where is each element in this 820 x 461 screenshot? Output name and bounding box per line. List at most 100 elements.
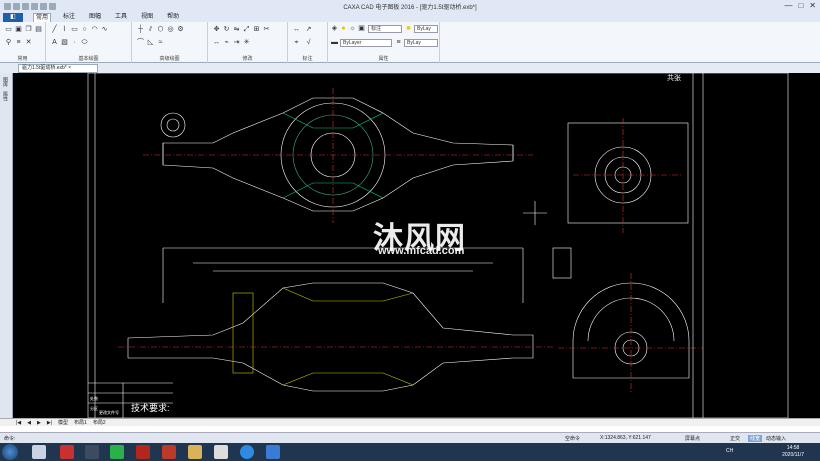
offset-icon[interactable]: ⫽ [146, 25, 155, 34]
next-tab-button[interactable]: ▶ [37, 420, 41, 426]
mirror-icon[interactable]: ⇋ [232, 25, 241, 34]
left-panel: 图库 属性 [0, 73, 13, 418]
sheet-count-label: 共张 [667, 75, 681, 82]
tab-layout2[interactable]: 布局2 [93, 419, 106, 426]
flange-circle-left [160, 112, 186, 138]
wave-icon[interactable]: ≈ [156, 38, 165, 47]
powerpoint-icon[interactable] [162, 445, 176, 459]
lineweight-icon[interactable]: ≡ [394, 38, 403, 47]
ribbon-group-label: 基本绘图 [78, 56, 99, 62]
hole-icon[interactable]: ◎ [166, 25, 175, 34]
paste-icon[interactable]: ▤ [34, 25, 43, 34]
leader-icon[interactable]: ↗ [304, 25, 313, 34]
explorer-icon[interactable] [32, 445, 46, 459]
break-icon[interactable]: ⌁ [222, 38, 231, 47]
title-cell: 处数 [90, 396, 98, 401]
fillet-icon[interactable]: ⌒ [136, 38, 145, 47]
text-icon[interactable]: A [50, 38, 59, 47]
dimension-icon[interactable]: ↔ [292, 25, 301, 34]
status-bar: 命令: 空命令 X:1324.863, Y:621.147 屏幕点 正交 线宽 … [0, 432, 820, 443]
coordinate-readout: X:1324.863, Y:621.147 [600, 435, 651, 441]
linetype-icon[interactable]: ▬ [330, 38, 339, 47]
tab-layout1[interactable]: 布局1 [74, 419, 87, 426]
housing-outline-top [162, 97, 514, 212]
rotate-icon[interactable]: ↻ [222, 25, 231, 34]
start-button[interactable] [2, 444, 18, 460]
language-indicator[interactable]: CH [726, 448, 733, 454]
extend-icon[interactable]: ⇥ [232, 38, 241, 47]
app-menu-button[interactable]: ◧ [3, 13, 23, 22]
lightbulb-icon[interactable]: ● [339, 24, 348, 33]
layer-icon[interactable]: ◈ [330, 24, 339, 33]
explode-icon[interactable]: ✳ [242, 38, 251, 47]
roughness-icon[interactable]: √ [304, 38, 313, 47]
maximize-button[interactable]: □ [798, 1, 803, 11]
circle-icon[interactable]: ○ [80, 25, 89, 34]
lineweight-combo[interactable]: ByLay [404, 39, 438, 47]
point-icon[interactable]: · [70, 38, 79, 47]
menu-help[interactable]: 帮助 [165, 13, 181, 22]
lock-icon[interactable]: ▣ [357, 24, 366, 33]
ortho-toggle[interactable]: 正交 [730, 435, 740, 442]
menu-annotate[interactable]: 标注 [61, 13, 77, 22]
side-view-frame [567, 122, 689, 224]
panel-tab-properties[interactable]: 属性 [2, 91, 9, 101]
copy-icon[interactable]: ❐ [24, 25, 33, 34]
app-icon[interactable] [85, 445, 99, 459]
gear-icon[interactable]: ⚙ [176, 25, 185, 34]
snap-mode[interactable]: 屏幕点 [685, 435, 700, 442]
folder-icon[interactable] [188, 445, 202, 459]
polyline-icon[interactable]: ⌇ [60, 25, 69, 34]
sun-icon[interactable]: ☼ [348, 24, 357, 33]
polygon-icon[interactable]: ⬡ [156, 25, 165, 34]
wechat-icon[interactable] [110, 445, 124, 459]
chamfer-icon[interactable]: ◺ [146, 38, 155, 47]
browser-icon[interactable] [240, 445, 254, 459]
new-icon[interactable]: ▭ [4, 25, 13, 34]
layer-combo[interactable]: 标注 [368, 25, 402, 33]
watermark-url: www.mfcad.com [378, 245, 465, 257]
dynamic-input-toggle[interactable]: 动态输入 [766, 435, 786, 442]
document-tab[interactable]: 驱力1.5t驱动桥.exb* × [18, 64, 98, 73]
acrobat-icon[interactable] [136, 445, 150, 459]
last-tab-button[interactable]: ▶| [47, 420, 52, 426]
ellipse-icon[interactable]: ⬭ [80, 38, 89, 47]
close-icon[interactable]: × [68, 65, 71, 71]
scale-icon[interactable]: ⤢ [242, 25, 251, 34]
color-icon[interactable]: ■ [404, 24, 413, 33]
color-combo[interactable]: ByLay [414, 25, 438, 33]
clock[interactable]: 14:58 2020/11/7 [782, 445, 804, 459]
document-icon[interactable] [214, 445, 228, 459]
hatch-icon[interactable]: ▧ [60, 38, 69, 47]
spline-icon[interactable]: ∿ [100, 25, 109, 34]
move-icon[interactable]: ✥ [212, 25, 221, 34]
array-icon[interactable]: ⊞ [252, 25, 261, 34]
first-tab-button[interactable]: |◀ [16, 420, 21, 426]
tolerance-icon[interactable]: ⌖ [292, 38, 301, 47]
tab-model[interactable]: 模型 [58, 419, 68, 426]
centerline-icon[interactable]: ┼ [136, 25, 145, 34]
line-icon[interactable]: ╱ [50, 25, 59, 34]
property-icon[interactable]: ≡ [14, 38, 23, 47]
panel-tab-library[interactable]: 图库 [2, 77, 9, 87]
trim-icon[interactable]: ✂ [262, 25, 271, 34]
flange-inner-left [166, 118, 180, 132]
drawing-canvas[interactable]: 沐风网 www.mfcad.com 技术要求: 共张 处数 分区 更改文件号 [13, 72, 820, 419]
menu-home[interactable]: 常用 [33, 12, 52, 23]
menu-view[interactable]: 视图 [139, 13, 155, 22]
minimize-button[interactable]: — [784, 1, 792, 11]
open-icon[interactable]: ▣ [14, 25, 23, 34]
wps-icon[interactable] [60, 445, 74, 459]
stretch-icon[interactable]: ↔ [212, 38, 221, 47]
erase-icon[interactable]: ✕ [24, 38, 33, 47]
lineweight-toggle[interactable]: 线宽 [748, 435, 763, 442]
menu-sheet[interactable]: 图幅 [87, 13, 103, 22]
caxa-icon[interactable] [266, 445, 280, 459]
close-button[interactable]: ✕ [809, 1, 816, 11]
prev-tab-button[interactable]: ◀ [27, 420, 31, 426]
rect-icon[interactable]: ▭ [70, 25, 79, 34]
find-icon[interactable]: ⚲ [4, 38, 13, 47]
menu-tools[interactable]: 工具 [113, 13, 129, 22]
arc-icon[interactable]: ◠ [90, 25, 99, 34]
linetype-combo[interactable]: ByLayer [340, 39, 392, 47]
